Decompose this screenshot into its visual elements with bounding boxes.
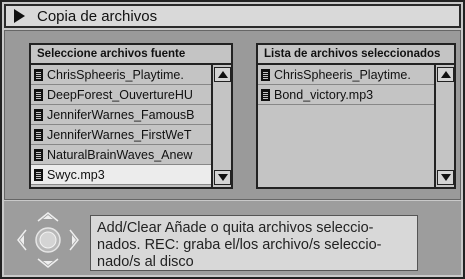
file-icon	[34, 148, 43, 161]
file-name: JenniferWarnes_FirstWeT	[47, 127, 192, 142]
source-file-item-selected[interactable]: Swyc.mp3	[31, 165, 211, 185]
selected-file-item[interactable]: Bond_victory.mp3	[258, 85, 434, 105]
selected-file-item[interactable]: ChrisSpheeris_Playtime.	[258, 65, 434, 85]
title-bar: Copia de archivos	[4, 4, 461, 28]
source-panel-title: Seleccione archivos fuente	[31, 45, 231, 65]
help-bar: Add/Clear Añade o quita archivos selecci…	[4, 201, 461, 275]
source-files-panel: Seleccione archivos fuente ChrisSpheeris…	[29, 43, 233, 189]
selected-scrollbar[interactable]	[434, 65, 454, 187]
source-file-list: ChrisSpheeris_Playtime. DeepForest_Ouver…	[31, 65, 211, 187]
source-file-item[interactable]: JenniferWarnes_FamousB	[31, 105, 211, 125]
source-file-item[interactable]: DeepForest_OuvertureHU	[31, 85, 211, 105]
help-text: Add/Clear Añade o quita archivos selecci…	[90, 215, 418, 271]
file-name: JenniferWarnes_FamousB	[47, 107, 195, 122]
file-icon	[34, 68, 43, 81]
scroll-up-button[interactable]	[437, 67, 454, 82]
file-icon	[261, 88, 270, 101]
file-name: ChrisSpheeris_Playtime.	[274, 67, 411, 82]
file-copy-screen: Copia de archivos Seleccione archivos fu…	[0, 0, 465, 279]
scroll-down-button[interactable]	[437, 170, 454, 185]
source-file-item[interactable]: NaturalBrainWaves_Anew	[31, 145, 211, 165]
dpad-icon	[17, 212, 79, 268]
file-icon	[34, 88, 43, 101]
file-name: DeepForest_OuvertureHU	[47, 87, 193, 102]
scroll-down-button[interactable]	[214, 170, 231, 185]
dpad-right-icon	[69, 229, 79, 251]
selected-file-list: ChrisSpheeris_Playtime. Bond_victory.mp3	[258, 65, 434, 187]
file-name: Bond_victory.mp3	[274, 87, 374, 102]
dpad-navigation[interactable]	[12, 207, 84, 273]
dpad-down-icon	[37, 258, 59, 268]
main-area: Seleccione archivos fuente ChrisSpheeris…	[4, 30, 461, 200]
play-icon	[14, 9, 25, 23]
file-icon	[34, 168, 43, 181]
file-name: Swyc.mp3	[47, 167, 105, 182]
arrow-up-icon	[440, 71, 451, 78]
dpad-up-icon	[37, 212, 59, 222]
file-icon	[34, 108, 43, 121]
file-name: NaturalBrainWaves_Anew	[47, 147, 193, 162]
arrow-down-icon	[440, 174, 451, 181]
file-icon	[34, 128, 43, 141]
selected-files-panel: Lista de archivos seleccionados ChrisSph…	[256, 43, 456, 189]
arrow-up-icon	[217, 71, 228, 78]
selected-panel-title: Lista de archivos seleccionados	[258, 45, 454, 65]
source-file-item[interactable]: JenniferWarnes_FirstWeT	[31, 125, 211, 145]
scroll-up-button[interactable]	[214, 67, 231, 82]
file-icon	[261, 68, 270, 81]
arrow-down-icon	[217, 174, 228, 181]
page-title: Copia de archivos	[37, 7, 158, 25]
source-scrollbar[interactable]	[211, 65, 231, 187]
file-name: ChrisSpheeris_Playtime.	[47, 67, 184, 82]
dpad-left-icon	[17, 229, 27, 251]
source-file-item[interactable]: ChrisSpheeris_Playtime.	[31, 65, 211, 85]
